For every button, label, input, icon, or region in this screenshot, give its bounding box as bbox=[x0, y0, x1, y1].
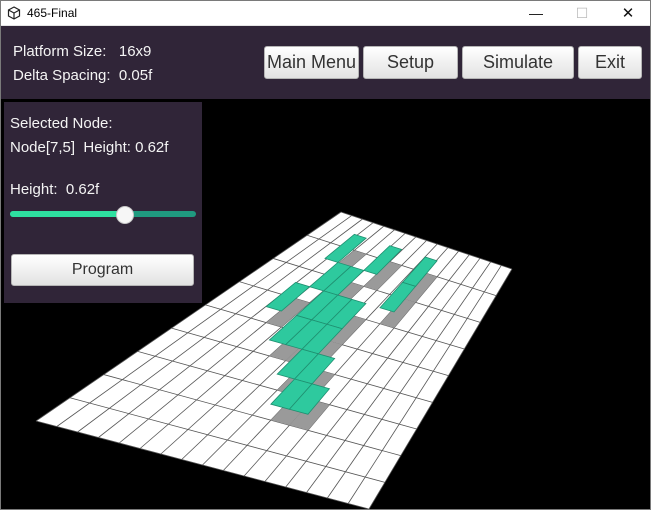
game-viewport[interactable]: Platform Size: 16x9 Delta Spacing: 0.05f… bbox=[1, 26, 650, 509]
exit-button[interactable]: Exit bbox=[578, 46, 642, 79]
slider-fill bbox=[10, 211, 126, 217]
node-info-label: Node[7,5] Height: 0.62f bbox=[10, 139, 169, 156]
height-slider[interactable] bbox=[10, 206, 196, 224]
selected-node-label: Selected Node: bbox=[10, 115, 113, 132]
unity-logo-icon bbox=[7, 6, 21, 20]
minimize-button[interactable]: — bbox=[513, 1, 559, 25]
maximize-button[interactable]: ☐ bbox=[559, 1, 605, 25]
delta-spacing-label: Delta Spacing: 0.05f bbox=[13, 67, 153, 84]
main-menu-button[interactable]: Main Menu bbox=[264, 46, 359, 79]
window-title: 465-Final bbox=[27, 6, 78, 20]
app-window: 465-Final — ☐ ✕ Platform Size: 16x9 Delt… bbox=[0, 0, 651, 510]
height-label: Height: 0.62f bbox=[10, 181, 100, 198]
simulate-button[interactable]: Simulate bbox=[462, 46, 574, 79]
program-button[interactable]: Program bbox=[11, 254, 194, 286]
node-side-panel: Selected Node: Node[7,5] Height: 0.62f H… bbox=[4, 102, 202, 303]
top-bar: Platform Size: 16x9 Delta Spacing: 0.05f… bbox=[1, 26, 650, 99]
slider-handle[interactable] bbox=[116, 206, 135, 224]
title-bar[interactable]: 465-Final — ☐ ✕ bbox=[1, 1, 650, 26]
setup-button[interactable]: Setup bbox=[363, 46, 458, 79]
close-button[interactable]: ✕ bbox=[605, 1, 650, 25]
platform-size-label: Platform Size: 16x9 bbox=[13, 43, 152, 60]
